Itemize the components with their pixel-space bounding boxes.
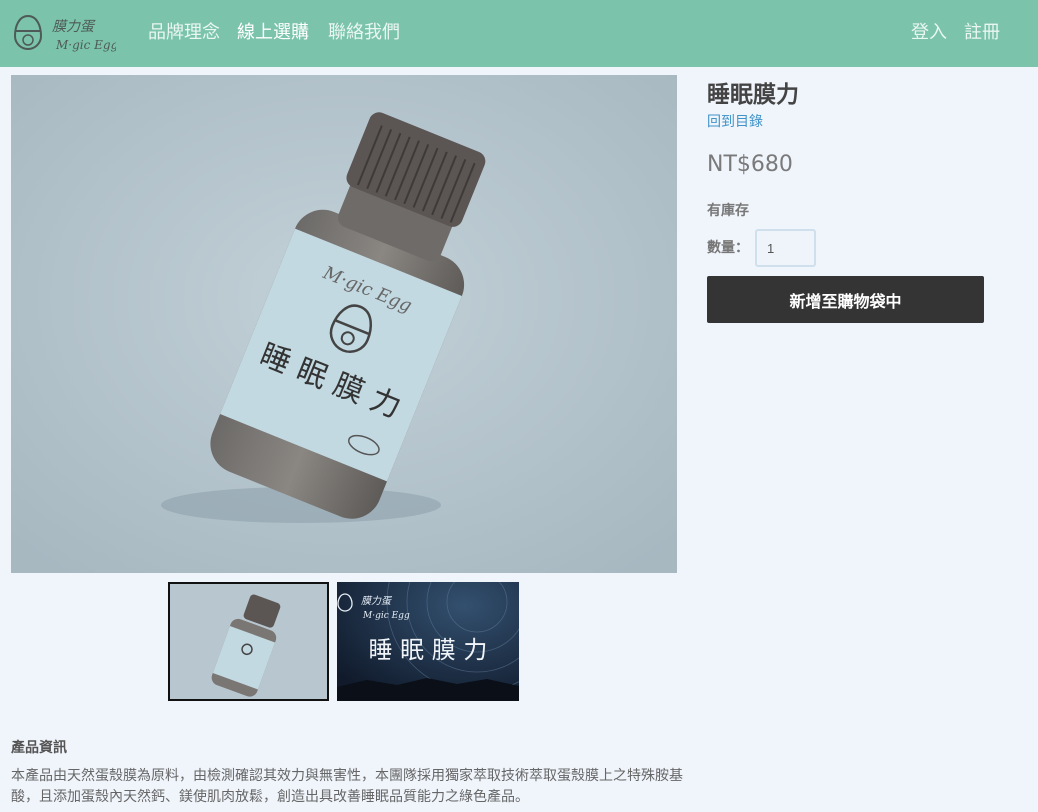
register-link[interactable]: 註冊 bbox=[964, 20, 1000, 46]
product-thumbnail-banner[interactable]: 膜力蛋 M·gic Egg 睡 眠 膜 力 bbox=[337, 582, 519, 701]
product-title: 睡眠膜力 bbox=[707, 82, 799, 108]
brand-name-en: M·gic Egg bbox=[55, 38, 116, 52]
nav-contact-us[interactable]: 聯絡我們 bbox=[328, 20, 400, 46]
egg-flower-icon: 膜力蛋 M·gic Egg bbox=[13, 14, 119, 52]
add-to-bag-button[interactable]: 新增至購物袋中 bbox=[707, 276, 984, 323]
product-price: NT$680 bbox=[707, 152, 793, 177]
product-main-image: M·gic Egg 睡 眠 膜 力 bbox=[11, 75, 677, 573]
brand-logo[interactable]: 膜力蛋 M·gic Egg bbox=[12, 12, 119, 56]
banner-title: 睡 眠 膜 力 bbox=[369, 636, 488, 664]
nav-online-shop[interactable]: 線上選購 bbox=[237, 20, 309, 46]
login-link[interactable]: 登入 bbox=[911, 20, 947, 46]
banner-brand-en: M·gic Egg bbox=[362, 611, 410, 621]
navbar: 膜力蛋 M·gic Egg 品牌理念 線上選購 聯絡我們 登入 註冊 bbox=[0, 0, 1038, 67]
stock-status: 有庫存 bbox=[707, 203, 749, 219]
brand-name-cn: 膜力蛋 bbox=[52, 19, 96, 35]
back-to-catalog-link[interactable]: 回到目錄 bbox=[707, 111, 763, 131]
nav-brand-philosophy[interactable]: 品牌理念 bbox=[148, 20, 220, 46]
banner-brand-cn: 膜力蛋 bbox=[361, 595, 393, 607]
product-info-text: 本產品由天然蛋殼膜為原料，由檢測確認其效力與無害性，本團隊採用獨家萃取技術萃取蛋… bbox=[11, 768, 683, 805]
quantity-input[interactable] bbox=[755, 229, 816, 267]
product-thumbnail-bottle[interactable] bbox=[168, 582, 329, 701]
product-info-heading: 產品資訊 bbox=[11, 740, 67, 756]
quantity-label: 數量： bbox=[707, 240, 749, 256]
